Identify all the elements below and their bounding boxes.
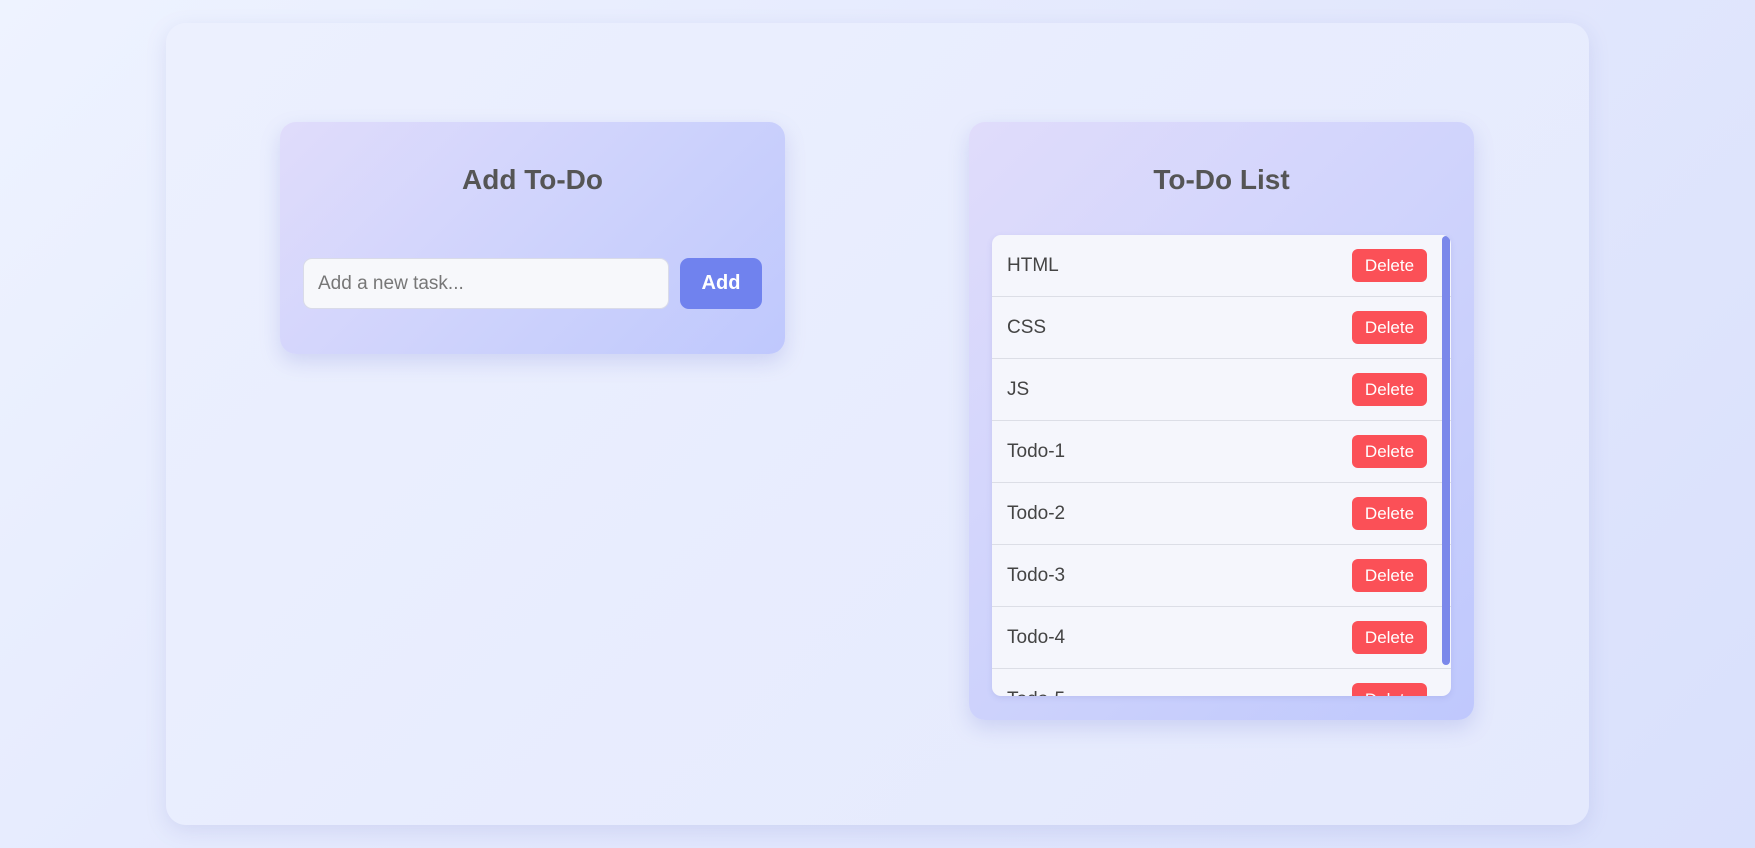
- todo-list-title: To-Do List: [1153, 164, 1290, 195]
- delete-button[interactable]: Delete: [1352, 559, 1427, 592]
- delete-button[interactable]: Delete: [1352, 249, 1427, 282]
- delete-button[interactable]: Delete: [1352, 683, 1427, 696]
- todo-item-text: JS: [1007, 378, 1030, 400]
- todo-item-text: Todo-4: [1007, 626, 1066, 648]
- todo-item-text: Todo-5: [1007, 689, 1065, 697]
- todo-item-text: CSS: [1007, 316, 1047, 338]
- todo-list-scroll-area[interactable]: HTML Delete CSS Delete JS Delete Todo-1 …: [992, 235, 1451, 696]
- todo-item: HTML Delete: [992, 235, 1451, 297]
- todo-item: Todo-4 Delete: [992, 607, 1451, 669]
- todo-item: Todo-2 Delete: [992, 483, 1451, 545]
- todo-item: Todo-5 Delete: [992, 669, 1451, 696]
- todo-item-text: Todo-3: [1007, 564, 1066, 586]
- delete-button[interactable]: Delete: [1352, 311, 1427, 344]
- todo-item: Todo-3 Delete: [992, 545, 1451, 607]
- todo-list: HTML Delete CSS Delete JS Delete Todo-1 …: [992, 235, 1451, 696]
- add-button[interactable]: Add: [680, 258, 762, 309]
- delete-button[interactable]: Delete: [1352, 497, 1427, 530]
- add-todo-title: Add To-Do: [462, 164, 603, 195]
- delete-button[interactable]: Delete: [1352, 621, 1427, 654]
- todo-item: Todo-1 Delete: [992, 421, 1451, 483]
- task-input[interactable]: [303, 258, 669, 309]
- todo-item-text: HTML: [1007, 254, 1059, 276]
- delete-button[interactable]: Delete: [1352, 373, 1427, 406]
- add-task-form: Add: [303, 258, 762, 309]
- add-todo-panel: Add To-Do Add: [280, 122, 785, 354]
- todo-item: CSS Delete: [992, 297, 1451, 359]
- delete-button[interactable]: Delete: [1352, 435, 1427, 468]
- todo-list-panel: To-Do List HTML Delete CSS Delete JS Del…: [969, 122, 1474, 720]
- todo-item-text: Todo-1: [1007, 440, 1066, 462]
- todo-item-text: Todo-2: [1007, 502, 1066, 524]
- todo-item: JS Delete: [992, 359, 1451, 421]
- scrollbar-thumb[interactable]: [1442, 236, 1450, 665]
